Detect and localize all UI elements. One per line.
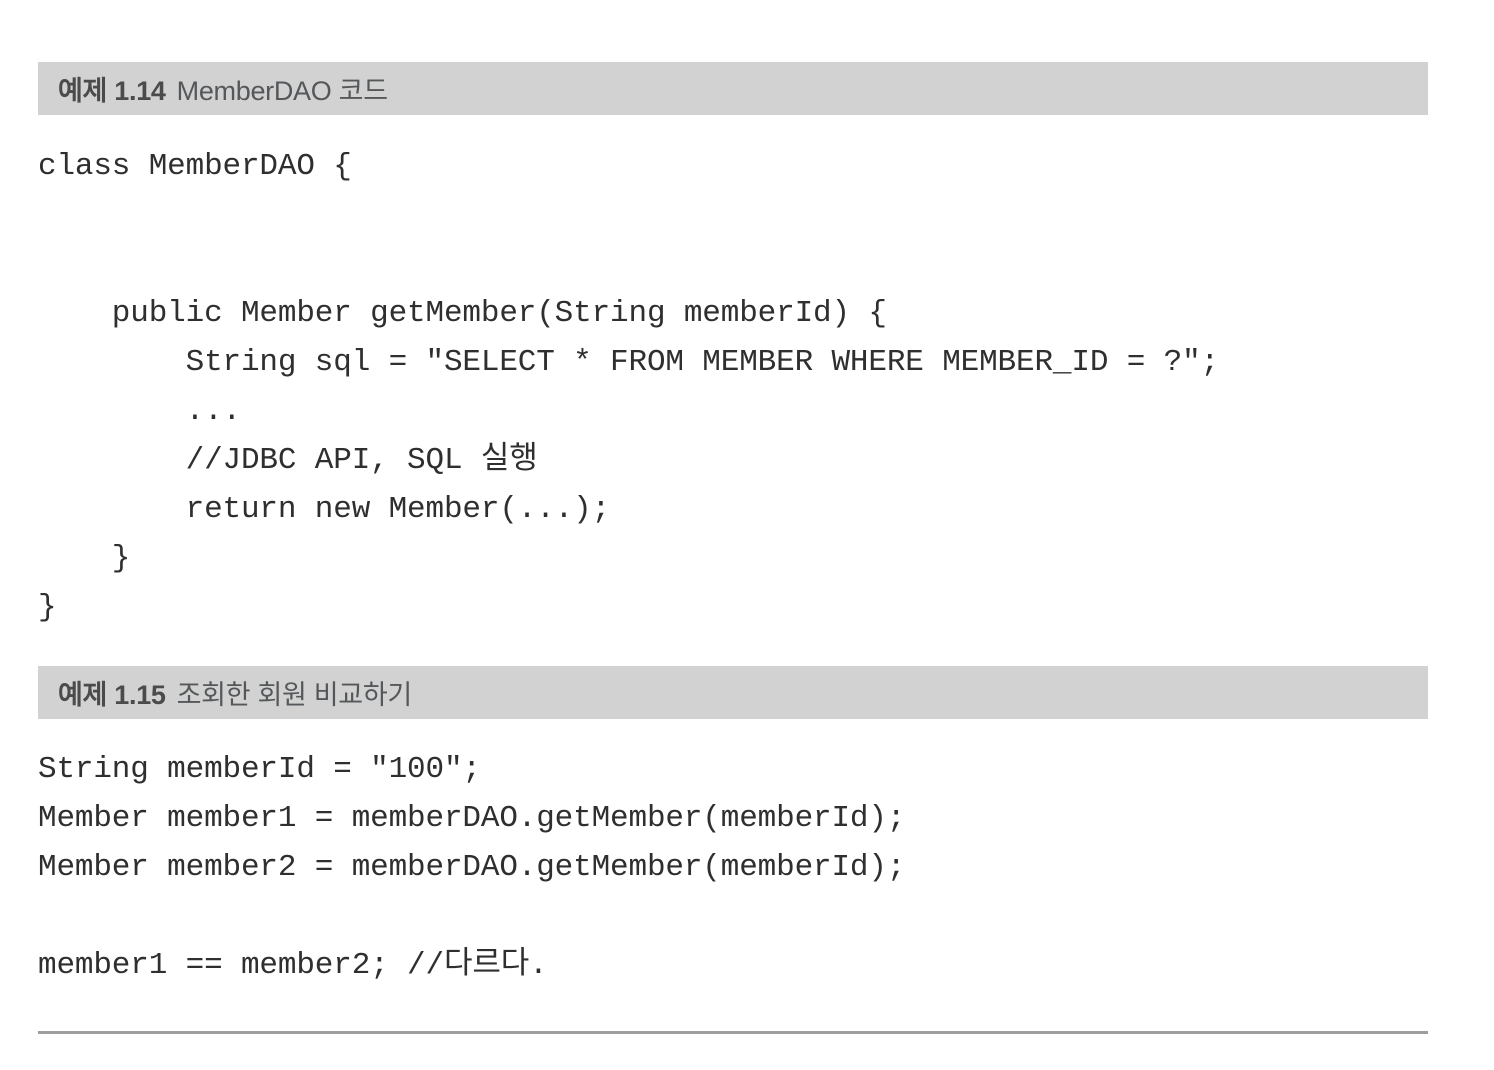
caption-bar-1: 예제 1.14 MemberDAO 코드 (38, 62, 1428, 115)
code-line: class MemberDAO { (38, 149, 352, 184)
code-line: //JDBC API, SQL 실행 (38, 443, 538, 478)
caption-bar-2: 예제 1.15 조회한 회원 비교하기 (38, 666, 1428, 719)
code-listing-2: 예제 1.15 조회한 회원 비교하기 String memberId = "1… (38, 666, 1428, 1034)
caption-title-1: MemberDAO 코드 (176, 76, 388, 106)
section-divider-2 (38, 1031, 1428, 1034)
caption-number-1: 예제 1.14 (58, 76, 166, 106)
code-line: Member member2 = memberDAO.getMember(mem… (38, 850, 906, 885)
code-line: } (38, 590, 57, 625)
code-line: } (38, 541, 131, 576)
code-line: String memberId = "100"; (38, 752, 481, 787)
code-line: ... (38, 394, 242, 429)
code-block-1: class MemberDAO { public Member getMembe… (38, 142, 1428, 632)
document-page: 예제 1.14 MemberDAO 코드 class MemberDAO { p… (0, 0, 1494, 1070)
code-block-2: String memberId = "100"; Member member1 =… (38, 745, 1428, 990)
code-line: return new Member(...); (38, 492, 611, 527)
code-line: Member member1 = memberDAO.getMember(mem… (38, 801, 906, 836)
code-line: public Member getMember(String memberId)… (38, 296, 887, 331)
caption-number-2: 예제 1.15 (58, 680, 166, 710)
code-line: member1 == member2; //다르다. (38, 948, 548, 983)
code-listing-1: 예제 1.14 MemberDAO 코드 class MemberDAO { p… (38, 62, 1428, 669)
code-line: String sql = "SELECT * FROM MEMBER WHERE… (38, 345, 1220, 380)
caption-title-2: 조회한 회원 비교하기 (176, 680, 413, 710)
